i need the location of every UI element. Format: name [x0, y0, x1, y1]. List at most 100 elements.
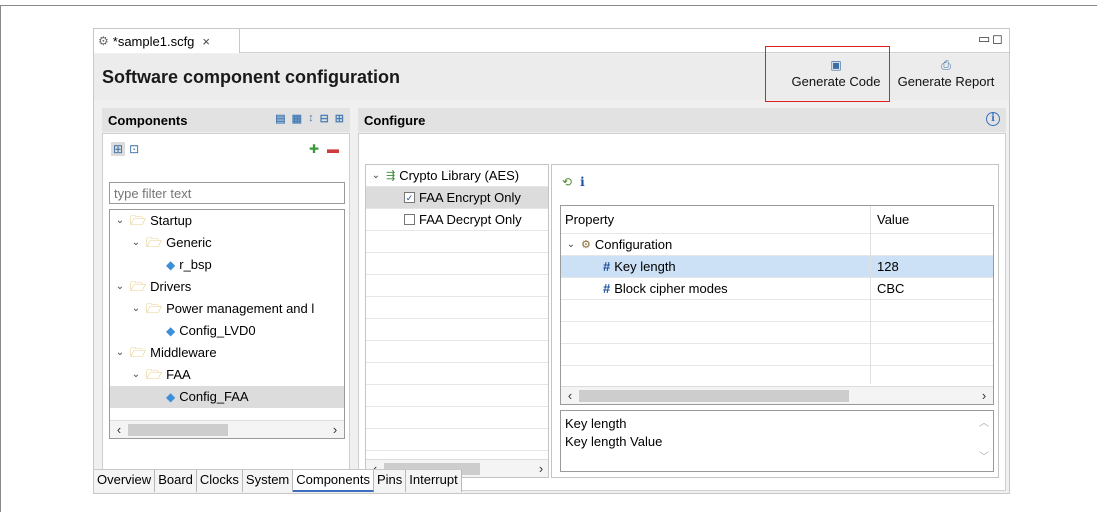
description-vscrollbar[interactable]: ︿ ﹀ — [979, 415, 989, 467]
hash-icon: # — [603, 259, 611, 274]
export-icon[interactable]: ▦ — [292, 112, 302, 125]
tree-item-power-management[interactable]: ⌄ 🗁 Power management and l — [130, 298, 314, 320]
settings-icon: ⚙ — [581, 239, 591, 251]
feature-decrypt-only[interactable]: FAA Decrypt Only — [366, 209, 548, 231]
scroll-left-icon[interactable]: ‹ — [110, 422, 128, 437]
folder-icon: 🗁 — [130, 213, 147, 228]
bottom-tab-bar: Overview Board Clocks System Components … — [94, 469, 462, 492]
configure-title: Configure — [364, 112, 426, 128]
components-hscrollbar[interactable]: ‹ › — [110, 420, 344, 438]
scroll-right-icon[interactable]: › — [532, 461, 548, 476]
info-icon[interactable]: i — [986, 112, 1000, 126]
chevron-down-icon[interactable]: ⌄ — [114, 342, 126, 364]
info-icon[interactable]: i — [580, 175, 585, 189]
category-view-icon[interactable]: ⊞ — [111, 142, 126, 156]
sort-alpha-icon[interactable]: ↕ — [308, 112, 314, 125]
property-value-cell[interactable]: 128 — [873, 256, 899, 278]
table-row[interactable]: # Key length 128 — [561, 256, 993, 278]
list-item — [366, 275, 548, 297]
configure-panel: ⌄ ⇶ Crypto Library (AES) ✓ FAA Encrypt O… — [358, 133, 1006, 491]
tree-item-r-bsp[interactable]: ◆ r_bsp — [166, 254, 212, 276]
scroll-thumb[interactable] — [128, 423, 228, 436]
chevron-down-icon[interactable]: ⌄ — [130, 232, 142, 254]
tree-item-faa[interactable]: ⌄ 🗁 FAA — [130, 364, 191, 386]
tree-view-icon[interactable]: ⊡ — [129, 142, 139, 156]
remove-component-icon[interactable]: ▬ — [327, 142, 339, 156]
editor-tab[interactable]: ⚙ *sample1.scfg × — [94, 29, 240, 53]
list-item — [366, 429, 548, 451]
chevron-down-icon[interactable]: ⌄ — [130, 298, 142, 320]
list-item — [366, 231, 548, 253]
list-item — [366, 407, 548, 429]
properties-hscrollbar[interactable]: ‹ › — [561, 386, 993, 404]
scroll-right-icon[interactable]: › — [975, 388, 993, 403]
minimize-icon[interactable]: ▭ — [978, 31, 990, 47]
table-row — [561, 344, 993, 366]
gear-icon: ⚙ — [98, 34, 109, 48]
checkbox-checked[interactable]: ✓ — [404, 192, 415, 203]
tab-pins[interactable]: Pins — [373, 470, 407, 492]
list-item — [366, 297, 548, 319]
collapse-all-icon[interactable]: ⊟ — [320, 112, 329, 125]
tree-item-generic[interactable]: ⌄ 🗁 Generic — [130, 232, 212, 254]
maximize-icon[interactable]: ◻ — [992, 31, 1003, 47]
component-icon: ◆ — [166, 258, 176, 272]
tab-overview[interactable]: Overview — [94, 470, 156, 492]
scroll-left-icon[interactable]: ‹ — [561, 388, 579, 403]
folder-icon: 🗁 — [146, 235, 163, 250]
chevron-down-icon[interactable]: ⌄ — [114, 276, 126, 298]
page-title: Software component configuration — [102, 67, 401, 87]
tab-system[interactable]: System — [242, 470, 294, 492]
chevron-down-icon[interactable]: ⌄ — [130, 364, 142, 386]
configure-panel-header: Configure i — [358, 108, 1006, 132]
print-icon: ⎙ — [941, 58, 951, 72]
tree-item-config-lvd0[interactable]: ◆ Config_LVD0 — [166, 320, 256, 342]
folder-icon: 🗁 — [130, 345, 147, 360]
components-panel-header: Components ▤ ▦ ↕ ⊟ ⊞ — [102, 108, 350, 132]
column-header-property: Property — [561, 206, 871, 234]
expand-all-icon[interactable]: ⊞ — [335, 112, 344, 125]
checkbox-unchecked[interactable] — [404, 214, 415, 225]
tab-components[interactable]: Components — [293, 470, 374, 492]
properties-toolbar: ⟲ i — [562, 175, 585, 189]
table-row-group[interactable]: ⌄ ⚙ Configuration — [561, 234, 993, 256]
table-row[interactable]: # Block cipher modes CBC — [561, 278, 993, 300]
property-value-cell[interactable]: CBC — [873, 278, 904, 300]
components-title: Components — [108, 112, 188, 128]
library-icon: ⇶ — [386, 169, 396, 182]
generate-report-button[interactable]: ⎙ Generate Report — [890, 54, 1002, 100]
component-tree: ⌄ 🗁 Startup ⌄ 🗁 Generic ◆ r_bsp ⌄ 🗁 Driv… — [109, 209, 345, 439]
tab-board[interactable]: Board — [155, 470, 197, 492]
folder-icon: 🗁 — [146, 367, 163, 382]
tree-item-middleware[interactable]: ⌄ 🗁 Middleware — [114, 342, 217, 364]
description-text: Key length Value — [565, 434, 663, 449]
view-toggle: ⊞ ⊡ — [111, 142, 139, 156]
tree-item-drivers[interactable]: ⌄ 🗁 Drivers — [114, 276, 192, 298]
highlight-box — [765, 46, 890, 102]
tree-item-startup[interactable]: ⌄ 🗁 Startup — [114, 210, 192, 232]
feature-list: ⌄ ⇶ Crypto Library (AES) ✓ FAA Encrypt O… — [365, 164, 549, 478]
scroll-right-icon[interactable]: › — [326, 422, 344, 437]
chevron-down-icon[interactable]: ⌄ — [370, 165, 382, 187]
import-icon[interactable]: ▤ — [275, 112, 285, 125]
scroll-thumb[interactable] — [579, 389, 849, 402]
property-name-cell: # Key length — [561, 256, 871, 278]
feature-encrypt-only[interactable]: ✓ FAA Encrypt Only — [366, 187, 548, 209]
add-remove-toolbar: ✚ ▬ — [309, 142, 339, 156]
restore-defaults-icon[interactable]: ⟲ — [562, 175, 572, 189]
property-name-cell: # Block cipher modes — [561, 278, 871, 300]
folder-icon: 🗁 — [130, 279, 147, 294]
feature-root[interactable]: ⌄ ⇶ Crypto Library (AES) — [366, 165, 548, 187]
add-component-icon[interactable]: ✚ — [309, 142, 319, 156]
chevron-down-icon[interactable]: ⌄ — [565, 234, 577, 256]
scroll-up-icon[interactable]: ︿ — [979, 415, 989, 433]
tree-item-config-faa[interactable]: ◆ Config_FAA — [110, 386, 344, 408]
tab-interrupt[interactable]: Interrupt — [406, 470, 462, 492]
list-item — [366, 319, 548, 341]
list-item — [366, 341, 548, 363]
filter-input[interactable] — [109, 182, 345, 204]
tab-clocks[interactable]: Clocks — [196, 470, 243, 492]
close-icon[interactable]: × — [202, 34, 210, 49]
scroll-down-icon[interactable]: ﹀ — [979, 449, 989, 467]
chevron-down-icon[interactable]: ⌄ — [114, 210, 126, 232]
